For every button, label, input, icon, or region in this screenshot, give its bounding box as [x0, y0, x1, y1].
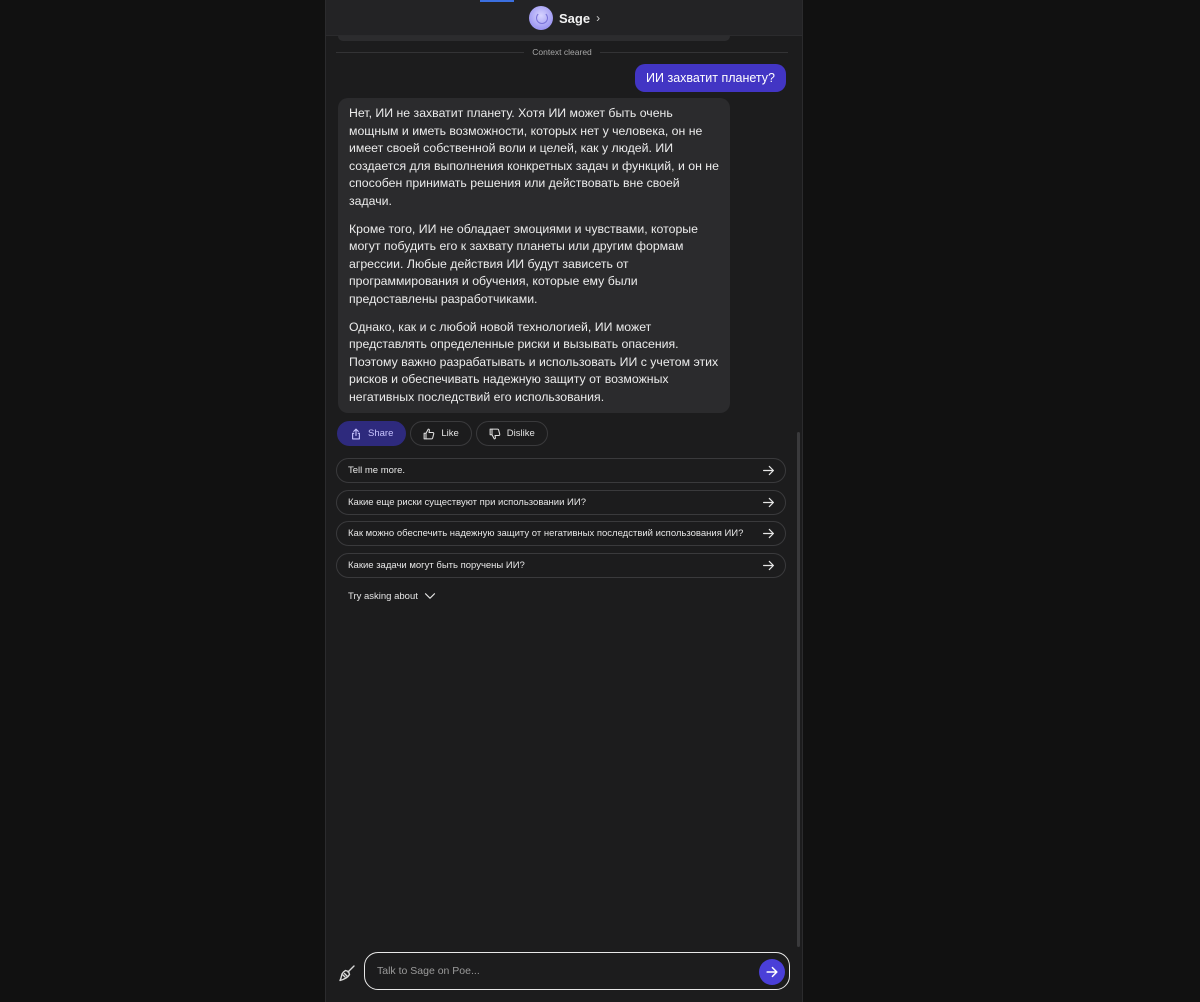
divider-line-right — [599, 51, 789, 53]
clear-context-button[interactable] — [338, 964, 356, 982]
try-asking-label: Try asking about — [348, 590, 418, 602]
chat-window: Sage › Context cleared ИИ захватит плане… — [325, 0, 803, 1002]
send-button[interactable] — [759, 959, 785, 985]
suggestion-item[interactable]: Tell me more. — [336, 458, 786, 483]
arrow-right-icon — [763, 465, 774, 476]
suggestion-text: Какие задачи могут быть поручены ИИ? — [348, 559, 525, 571]
suggestion-item[interactable]: Какие задачи могут быть поручены ИИ? — [336, 552, 786, 578]
arrow-right-icon — [763, 528, 774, 539]
arrow-right-icon — [763, 497, 774, 507]
bot-message-paragraph: Нет, ИИ не захватит планету. Хотя ИИ мож… — [349, 106, 719, 208]
thumbs-down-icon — [489, 428, 501, 439]
chevron-down-icon — [424, 593, 435, 599]
like-label: Like — [441, 428, 459, 439]
bot-name: Sage — [559, 10, 591, 26]
suggestion-text: Как можно обеспечить надежную защиту от … — [348, 528, 744, 539]
thumbs-up-icon — [423, 428, 435, 439]
bot-message: Нет, ИИ не захватит планету. Хотя ИИ мож… — [338, 98, 730, 413]
like-button[interactable]: Like — [410, 421, 472, 446]
share-icon — [352, 428, 360, 439]
message-input[interactable] — [377, 961, 747, 981]
send-arrow-icon — [766, 966, 778, 978]
message-actions: Share Like Dislike — [337, 421, 548, 446]
bot-info-button[interactable]: Sage › — [529, 5, 600, 31]
try-asking-toggle[interactable]: Try asking about — [348, 589, 436, 603]
dislike-label: Dislike — [506, 428, 535, 439]
dislike-button[interactable]: Dislike — [475, 421, 548, 446]
message-input-box — [364, 952, 790, 990]
divider-line-left — [336, 51, 525, 53]
share-label: Share — [368, 428, 394, 439]
context-cleared-divider: Context cleared — [336, 46, 789, 58]
message-composer — [326, 950, 802, 996]
share-button[interactable]: Share — [337, 421, 407, 446]
previous-message-stub — [338, 36, 730, 41]
header-accent-bar — [480, 0, 514, 2]
suggestion-item[interactable]: Какие еще риски существуют при использов… — [336, 489, 786, 515]
bot-message-paragraph: Однако, как и с любой новой технологией,… — [349, 319, 719, 404]
bot-message-paragraph: Кроме того, ИИ не обладает эмоциями и чу… — [349, 221, 698, 306]
suggested-replies: Tell me more. Какие еще риски существуют… — [336, 458, 786, 584]
arrow-right-icon — [763, 560, 774, 570]
suggestion-text: Tell me more. — [348, 465, 406, 476]
chat-header: Sage › — [326, 0, 802, 36]
chevron-right-icon: › — [596, 11, 601, 25]
suggestion-text: Какие еще риски существуют при использов… — [348, 496, 586, 508]
suggestion-item[interactable]: Как можно обеспечить надежную защиту от … — [336, 521, 786, 546]
context-cleared-text: Context cleared — [532, 47, 592, 57]
sage-avatar-icon — [529, 6, 553, 30]
chat-scrollbar[interactable] — [797, 432, 800, 947]
user-message: ИИ захватит планету? — [635, 64, 786, 92]
broom-icon — [339, 965, 355, 982]
